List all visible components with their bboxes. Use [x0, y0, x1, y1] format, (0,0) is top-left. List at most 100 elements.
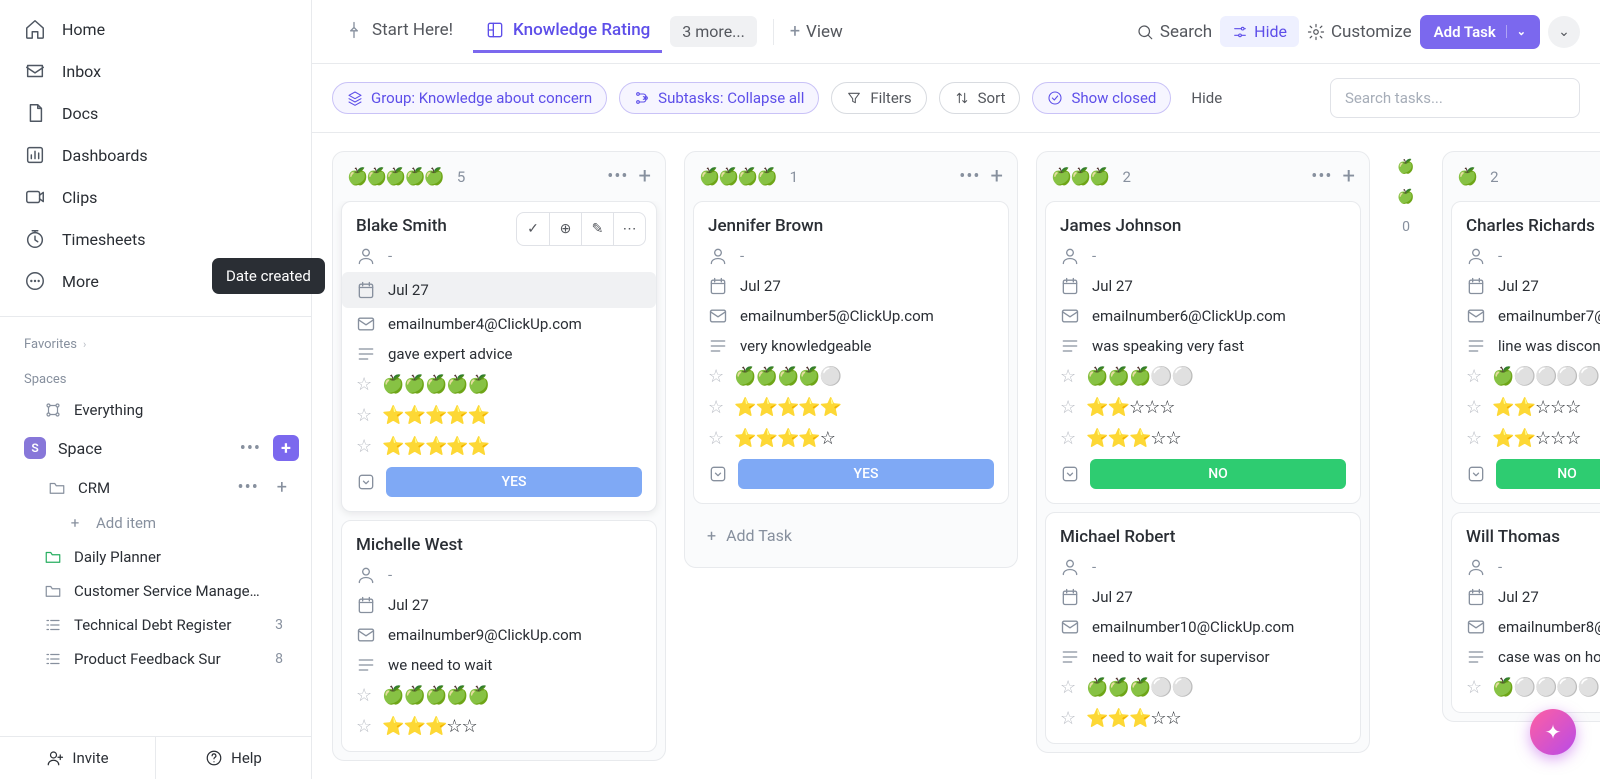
card-assignee[interactable]: - [1060, 246, 1346, 266]
tab-knowledge-rating[interactable]: Knowledge Rating [473, 10, 662, 53]
sidebar-customer-service[interactable]: Customer Service Manage… [0, 574, 311, 608]
edit-button[interactable]: ✎ [581, 213, 613, 245]
card-note[interactable]: gave expert advice [356, 344, 642, 364]
card-assignee[interactable]: - [356, 246, 642, 266]
show-closed-chip[interactable]: Show closed [1032, 82, 1171, 114]
card-assignee[interactable]: - [708, 246, 994, 266]
column-header[interactable]: 🍏🍏🍏🍏🍏 5 ••• + [333, 152, 665, 201]
dropdown-icon[interactable] [1060, 464, 1080, 484]
card-stars1[interactable]: ☆⭐⭐☆☆☆ [1466, 397, 1600, 418]
task-card[interactable]: Michael Robert - Jul 27 emailnumber10@Cl… [1045, 512, 1361, 744]
card-stars2[interactable]: ☆⭐⭐☆☆☆ [1466, 428, 1600, 449]
crm-more-icon[interactable]: ••• [238, 477, 259, 498]
favorites-header[interactable]: Favorites› [0, 323, 311, 358]
card-date[interactable]: Jul 27 [356, 595, 642, 615]
card-email[interactable]: emailnumber6@ClickUp.com [1060, 306, 1346, 326]
card-note[interactable]: very knowledgeable [708, 336, 994, 356]
help-button[interactable]: Help [155, 737, 311, 779]
subtasks-chip[interactable]: Subtasks: Collapse all [619, 82, 819, 114]
card-assignee[interactable]: - [356, 565, 642, 585]
sidebar-tech-debt[interactable]: Technical Debt Register3 [0, 608, 311, 642]
card-date[interactable]: Jul 27 [708, 276, 994, 296]
nav-inbox[interactable]: Inbox [0, 50, 311, 92]
nav-dashboards[interactable]: Dashboards [0, 134, 311, 176]
task-card[interactable]: Will Thomas - Jul 27 emailnumber8@Clic c… [1451, 512, 1600, 713]
card-more-button[interactable]: ⋯ [613, 213, 645, 245]
card-stars1[interactable]: ☆⭐⭐⭐⭐⭐ [708, 397, 994, 418]
column-add-icon[interactable]: + [1343, 164, 1355, 189]
card-email[interactable]: emailnumber9@ClickUp.com [356, 625, 642, 645]
card-stars2[interactable]: ☆⭐⭐⭐☆☆ [1060, 428, 1346, 449]
nav-clips[interactable]: Clips [0, 176, 311, 218]
add-view[interactable]: +View [790, 21, 843, 42]
card-note[interactable]: case was on hold [1466, 647, 1600, 667]
tabs-more[interactable]: 3 more... [670, 16, 757, 47]
add-task-button[interactable]: Add Task⌄ [1420, 15, 1540, 49]
collapsed-column[interactable]: 🍏 🍏 0 [1388, 151, 1424, 237]
crm-add-icon[interactable]: + [271, 477, 287, 498]
card-stars1[interactable]: ☆⭐⭐☆☆☆ [1060, 397, 1346, 418]
card-knowledge-rating[interactable]: ☆🍏🍏🍏🍏🍏 [356, 374, 642, 395]
column-header[interactable]: 🍏🍏🍏 2 ••• + [1037, 152, 1369, 201]
space-add-button[interactable]: + [273, 435, 299, 461]
task-card[interactable]: James Johnson - Jul 27 emailnumber6@Clic… [1045, 201, 1361, 504]
dropdown-icon[interactable] [708, 464, 728, 484]
hide-filters[interactable]: Hide [1183, 89, 1230, 107]
card-knowledge-rating[interactable]: ☆🍏🍏🍏🍏🍏 [356, 685, 642, 706]
sidebar-daily-planner[interactable]: Daily Planner [0, 540, 311, 574]
sort-chip[interactable]: Sort [939, 82, 1021, 114]
task-card[interactable]: Jennifer Brown - Jul 27 emailnumber5@Cli… [693, 201, 1009, 504]
card-date[interactable]: Jul 27 [1466, 276, 1600, 296]
yn-pill[interactable]: NO [1496, 459, 1600, 489]
sidebar-crm[interactable]: CRM ••• + [0, 469, 311, 506]
invite-button[interactable]: Invite [0, 737, 155, 779]
tab-start-here[interactable]: Start Here! [332, 10, 465, 53]
add-subtask-button[interactable]: ⊕ [549, 213, 581, 245]
card-email[interactable]: emailnumber10@ClickUp.com [1060, 617, 1346, 637]
board[interactable]: 🍏🍏🍏🍏🍏 5 ••• + ✓ ⊕ ✎ ⋯ Blake Smith - Jul … [312, 133, 1600, 779]
nav-home[interactable]: Home [0, 8, 311, 50]
card-assignee[interactable]: - [1466, 246, 1600, 266]
card-knowledge-rating[interactable]: ☆🍏⚪⚪⚪⚪ [1466, 677, 1600, 698]
column-header[interactable]: 🍏🍏🍏🍏 1 ••• + [685, 152, 1017, 201]
card-note[interactable]: line was disconnecte [1466, 336, 1600, 356]
column-add-icon[interactable]: + [639, 164, 651, 189]
card-stars1[interactable]: ☆⭐⭐⭐☆☆ [1060, 708, 1346, 729]
space-item[interactable]: S Space ••• + [0, 427, 311, 469]
card-email[interactable]: emailnumber5@ClickUp.com [708, 306, 994, 326]
fab-button[interactable]: ✦ [1530, 709, 1576, 755]
card-date[interactable]: Jul 27 [1060, 276, 1346, 296]
chevron-down-icon[interactable]: ⌄ [1506, 25, 1526, 38]
card-stars2[interactable]: ☆⭐⭐⭐⭐☆ [708, 428, 994, 449]
yn-pill[interactable]: NO [1090, 459, 1346, 489]
task-card[interactable]: ✓ ⊕ ✎ ⋯ Blake Smith - Jul 27 emailnumber… [341, 201, 657, 512]
card-date[interactable]: Jul 27 [342, 272, 656, 308]
nav-docs[interactable]: Docs [0, 92, 311, 134]
task-card[interactable]: Michelle West - Jul 27 emailnumber9@Clic… [341, 520, 657, 752]
task-card[interactable]: Charles Richards - Jul 27 emailnumber7@C… [1451, 201, 1600, 504]
column-more-icon[interactable]: ••• [959, 166, 980, 187]
everything-item[interactable]: Everything [0, 393, 311, 427]
card-note[interactable]: was speaking very fast [1060, 336, 1346, 356]
overflow-button[interactable]: ⌄ [1548, 16, 1580, 48]
hide-button[interactable]: Hide [1220, 16, 1299, 47]
column-header[interactable]: 🍏 2 ••• + [1443, 152, 1600, 201]
dropdown-icon[interactable] [356, 472, 376, 492]
card-note[interactable]: need to wait for supervisor [1060, 647, 1346, 667]
yn-pill[interactable]: YES [738, 459, 994, 489]
card-note[interactable]: we need to wait [356, 655, 642, 675]
search-tasks-input[interactable]: Search tasks... [1330, 78, 1580, 118]
column-add-task[interactable]: +Add Task [693, 512, 1009, 559]
card-email[interactable]: emailnumber4@ClickUp.com [356, 314, 642, 334]
card-stars1[interactable]: ☆⭐⭐⭐⭐⭐ [356, 405, 642, 426]
card-assignee[interactable]: - [1466, 557, 1600, 577]
card-knowledge-rating[interactable]: ☆🍏⚪⚪⚪⚪ [1466, 366, 1600, 387]
card-stars2[interactable]: ☆⭐⭐⭐⭐⭐ [356, 436, 642, 457]
sidebar-add-item[interactable]: + Add item [0, 506, 311, 540]
card-stars1[interactable]: ☆⭐⭐⭐☆☆ [356, 716, 642, 737]
column-add-icon[interactable]: + [991, 164, 1003, 189]
card-date[interactable]: Jul 27 [1060, 587, 1346, 607]
dropdown-icon[interactable] [1466, 464, 1486, 484]
filters-chip[interactable]: Filters [831, 82, 926, 114]
card-knowledge-rating[interactable]: ☆🍏🍏🍏🍏⚪ [708, 366, 994, 387]
